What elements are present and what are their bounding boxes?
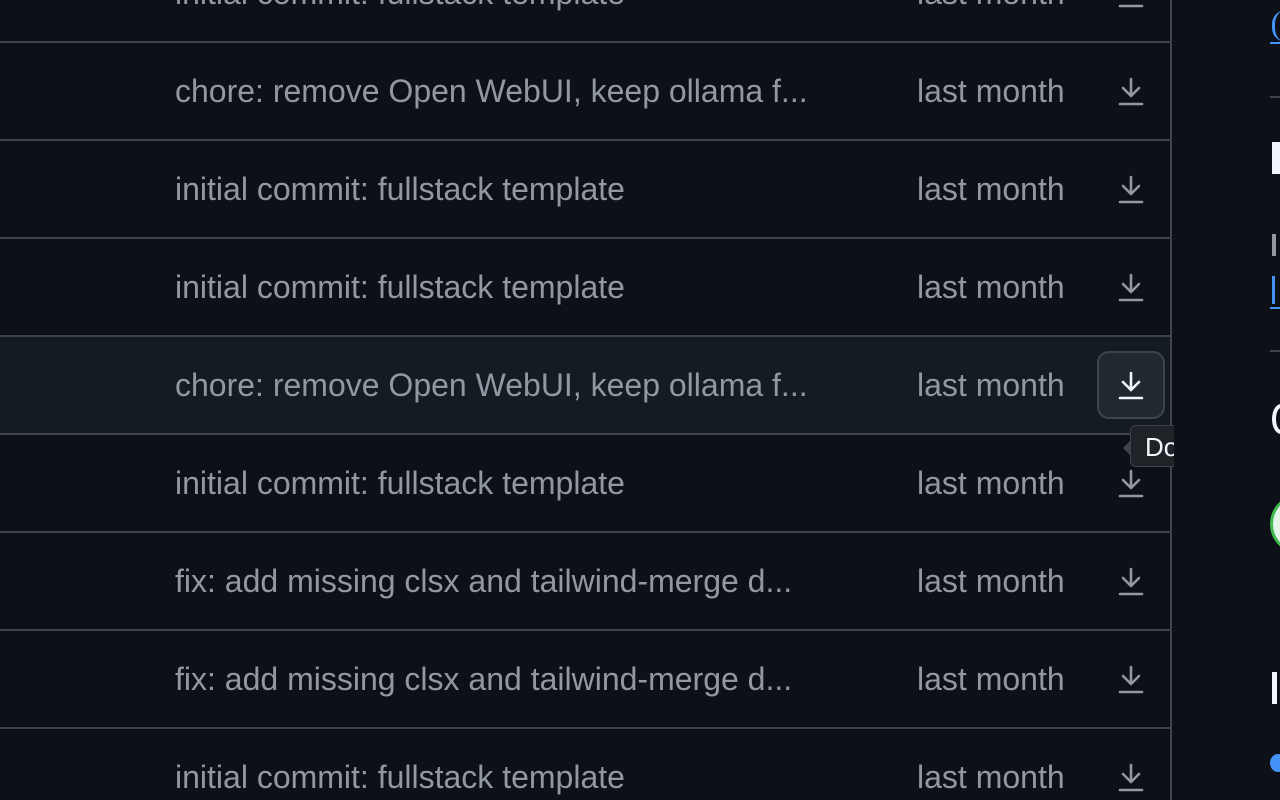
commit-message-link[interactable]: initial commit: fullstack template — [175, 171, 625, 207]
table-row[interactable]: initial commit: fullstack template last … — [0, 239, 1170, 337]
sidebar-divider — [1270, 96, 1280, 98]
commit-message-link[interactable]: fix: add missing clsx and tailwind-merge… — [175, 661, 792, 697]
commit-date: last month — [917, 465, 1065, 501]
commit-message-link[interactable]: fix: add missing clsx and tailwind-merge… — [175, 563, 792, 599]
sidebar-link-underline — [1270, 307, 1280, 309]
sidebar-link-fragment[interactable] — [1272, 276, 1280, 304]
file-table: initial commit: fullstack template last … — [0, 0, 1172, 800]
sidebar-divider — [1270, 350, 1280, 352]
commit-date: last month — [917, 367, 1065, 403]
commit-message-link[interactable]: initial commit: fullstack template — [175, 269, 625, 305]
download-button[interactable] — [1097, 645, 1165, 713]
download-icon — [1118, 469, 1144, 498]
download-button[interactable] — [1097, 0, 1165, 27]
sidebar-heading-fragment — [1272, 404, 1280, 434]
sidebar-heading-fragment — [1272, 142, 1280, 174]
commit-message[interactable]: initial commit: fullstack template — [175, 729, 625, 800]
commit-message-link[interactable]: chore: remove Open WebUI, keep ollama f.… — [175, 367, 808, 403]
commit-date: last month — [917, 269, 1065, 305]
commit-message[interactable]: chore: remove Open WebUI, keep ollama f.… — [175, 43, 808, 139]
download-icon — [1118, 371, 1144, 400]
commit-message[interactable]: initial commit: fullstack template — [175, 141, 625, 237]
download-button[interactable] — [1097, 743, 1165, 800]
commit-message-link[interactable]: initial commit: fullstack template — [175, 465, 625, 501]
sidebar-link-fragment[interactable] — [1272, 10, 1280, 42]
table-row[interactable]: chore: remove Open WebUI, keep ollama f.… — [0, 43, 1170, 141]
table-row[interactable]: initial commit: fullstack template last … — [0, 141, 1170, 239]
commit-date: last month — [917, 73, 1065, 109]
commit-date: last month — [917, 661, 1065, 697]
download-icon — [1118, 567, 1144, 596]
commit-message-link[interactable]: initial commit: fullstack template — [175, 0, 625, 11]
download-icon — [1118, 763, 1144, 792]
download-button[interactable] — [1097, 547, 1165, 615]
table-row[interactable]: fix: add missing clsx and tailwind-merge… — [0, 631, 1170, 729]
commit-date: last month — [917, 563, 1065, 599]
download-icon — [1118, 665, 1144, 694]
commit-message-link[interactable]: chore: remove Open WebUI, keep ollama f.… — [175, 73, 808, 109]
download-button[interactable] — [1097, 155, 1165, 223]
commit-message[interactable]: initial commit: fullstack template — [175, 0, 625, 41]
download-button[interactable] — [1097, 57, 1165, 125]
table-row-hovered[interactable]: chore: remove Open WebUI, keep ollama f.… — [0, 337, 1170, 435]
download-icon — [1118, 273, 1144, 302]
table-row[interactable]: initial commit: fullstack template last … — [0, 729, 1170, 800]
sidebar-link-underline — [1270, 42, 1280, 44]
commit-message[interactable]: fix: add missing clsx and tailwind-merge… — [175, 631, 792, 727]
commit-date: last month — [917, 759, 1065, 795]
table-row[interactable]: initial commit: fullstack template last … — [0, 435, 1170, 533]
table-row[interactable]: initial commit: fullstack template last … — [0, 0, 1170, 43]
download-button[interactable] — [1097, 253, 1165, 321]
download-button[interactable] — [1097, 351, 1165, 419]
commit-date: last month — [917, 171, 1065, 207]
viewport: initial commit: fullstack template last … — [0, 0, 1280, 800]
sidebar-text-fragment — [1272, 234, 1276, 256]
commit-message[interactable]: fix: add missing clsx and tailwind-merge… — [175, 533, 792, 629]
commit-message-link[interactable]: initial commit: fullstack template — [175, 759, 625, 795]
commit-message[interactable]: initial commit: fullstack template — [175, 435, 625, 531]
download-icon — [1118, 4, 1144, 8]
sidebar-heading-fragment — [1272, 672, 1277, 704]
commit-date: last month — [917, 0, 1065, 41]
commit-message[interactable]: initial commit: fullstack template — [175, 239, 625, 335]
commit-message[interactable]: chore: remove Open WebUI, keep ollama f.… — [175, 337, 808, 433]
right-sidebar-clipped — [1174, 0, 1280, 800]
table-row[interactable]: fix: add missing clsx and tailwind-merge… — [0, 533, 1170, 631]
language-color-dot — [1270, 754, 1280, 772]
download-icon — [1118, 77, 1144, 106]
download-icon — [1118, 175, 1144, 204]
avatar[interactable] — [1270, 494, 1280, 554]
